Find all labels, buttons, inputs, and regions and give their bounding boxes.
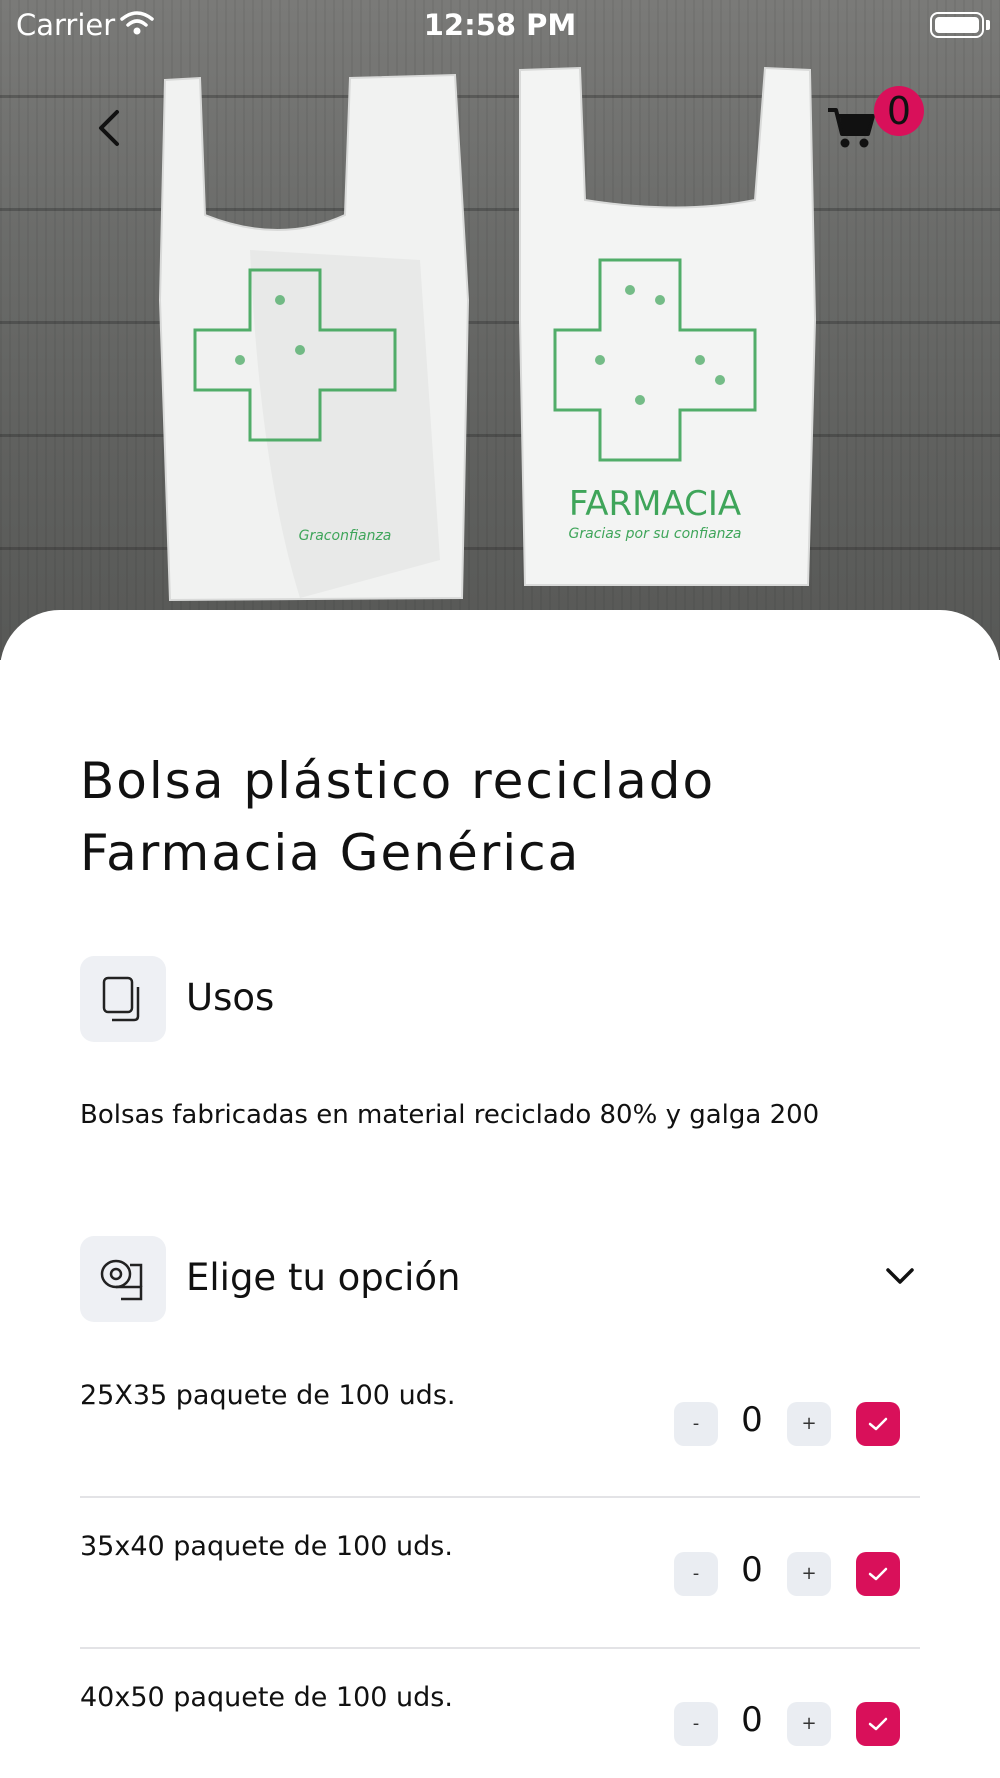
checkmark-icon	[868, 1717, 888, 1731]
bag-brand-text: FARMACIA	[569, 484, 741, 524]
product-title-line2: Farmacia Genérica	[80, 824, 581, 882]
uses-icon-box	[80, 956, 166, 1042]
option-select-checkbox[interactable]	[856, 1402, 900, 1446]
checkmark-icon	[868, 1417, 888, 1431]
cart-icon	[828, 108, 875, 148]
battery-nub	[986, 20, 990, 30]
option-label: 35x40 paquete de 100 uds.	[80, 1531, 453, 1562]
back-button[interactable]	[80, 100, 136, 156]
product-title-line1: Bolsa plástico reciclado	[80, 752, 716, 810]
option-label: 40x50 paquete de 100 uds.	[80, 1682, 453, 1713]
option-row: 25X35 paquete de 100 uds. - 0 +	[80, 1380, 920, 1530]
options-section-label: Elige tu opción	[186, 1256, 461, 1299]
product-title: Bolsa plástico reciclado Farmacia Genéri…	[80, 745, 940, 889]
option-select-checkbox[interactable]	[856, 1702, 900, 1746]
increment-button[interactable]: +	[787, 1552, 831, 1596]
decrement-button[interactable]: -	[674, 1552, 718, 1596]
uses-section-label: Usos	[186, 976, 275, 1019]
quantity-value: 0	[741, 1700, 763, 1740]
bag-slogan-text: Gracias por su confianza	[569, 526, 742, 542]
cart-button[interactable]: 0	[820, 86, 940, 156]
option-row: 35x40 paquete de 100 uds. - 0 +	[80, 1531, 920, 1681]
status-time: 12:58 PM	[423, 8, 577, 42]
decrement-button[interactable]: -	[674, 1702, 718, 1746]
product-description: Bolsas fabricadas en material reciclado …	[80, 1100, 820, 1130]
option-row: 40x50 paquete de 100 uds. - 0 +	[80, 1682, 920, 1778]
battery-icon	[930, 12, 984, 38]
divider	[80, 1496, 920, 1498]
bag-left-slogan-text: Graconfianza	[299, 528, 392, 544]
increment-button[interactable]: +	[787, 1402, 831, 1446]
decrement-button[interactable]: -	[674, 1402, 718, 1446]
quantity-value: 0	[741, 1550, 763, 1590]
status-bar: Carrier 12:58 PM	[0, 0, 1000, 52]
tissue-roll-icon	[100, 1259, 143, 1301]
chevron-down-icon	[886, 1268, 914, 1284]
checkmark-icon	[868, 1567, 888, 1581]
quantity-value: 0	[741, 1400, 763, 1440]
increment-button[interactable]: +	[787, 1702, 831, 1746]
options-icon-box	[80, 1236, 166, 1322]
option-label: 25X35 paquete de 100 uds.	[80, 1380, 456, 1411]
divider	[80, 1647, 920, 1649]
cart-count-badge: 0	[874, 86, 924, 136]
option-select-checkbox[interactable]	[856, 1552, 900, 1596]
chevron-left-icon	[99, 110, 119, 146]
options-expand-toggle[interactable]	[880, 1262, 920, 1292]
copy-icon	[102, 976, 140, 1022]
